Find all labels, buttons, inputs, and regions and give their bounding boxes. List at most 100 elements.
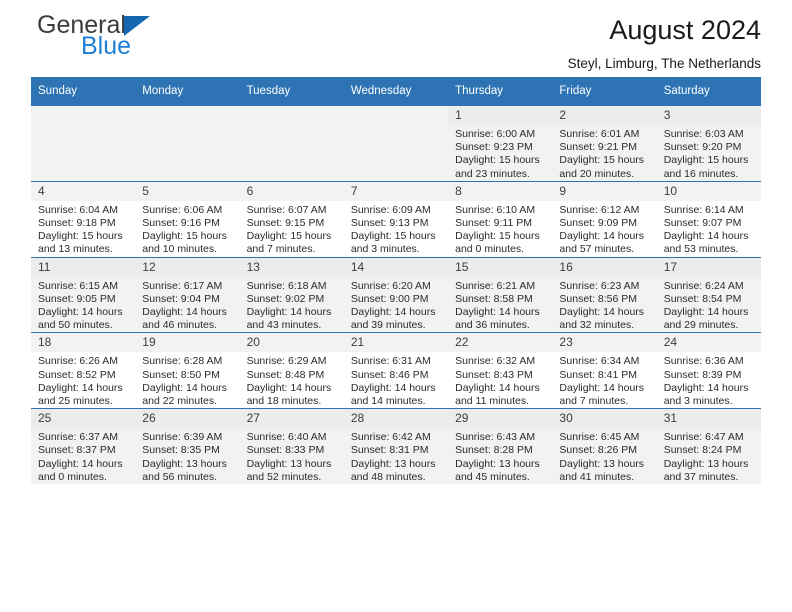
day-details: Sunrise: 6:42 AM Sunset: 8:31 PM Daylight:… xyxy=(344,428,448,484)
sunset-text: Sunset: 8:35 PM xyxy=(142,444,220,457)
day-number: 28 xyxy=(343,409,449,429)
calendar-day-cell[interactable]: 11 Sunrise: 6:15 AM Sunset: 9:05 PM Dayligh… xyxy=(31,256,136,333)
day-number: 14 xyxy=(343,257,449,277)
sunset-text: Sunset: 9:04 PM xyxy=(142,292,220,305)
daylight-text: Daylight: 14 hours and 11 minutes. xyxy=(455,381,540,408)
day-details: Sunrise: 6:17 AM Sunset: 9:04 PM Daylight:… xyxy=(135,277,239,333)
calendar-day-cell[interactable]: 15 Sunrise: 6:21 AM Sunset: 8:58 PM Dayligh… xyxy=(448,256,553,333)
calendar-day-cell[interactable]: 17 Sunrise: 6:24 AM Sunset: 8:54 PM Dayligh… xyxy=(656,256,761,333)
sunrise-text: Sunrise: 6:09 AM xyxy=(350,203,431,216)
calendar-day-cell[interactable]: 16 Sunrise: 6:23 AM Sunset: 8:56 PM Dayligh… xyxy=(552,256,657,333)
daylight-text: Daylight: 14 hours and 50 minutes. xyxy=(38,306,123,332)
calendar-day-cell[interactable]: 5 Sunrise: 6:06 AM Sunset: 9:16 PM Daylight… xyxy=(135,180,240,258)
page-subtitle: Steyl, Limburg, The Netherlands xyxy=(567,56,761,71)
sunrise-text: Sunrise: 6:23 AM xyxy=(559,279,640,292)
sunrise-text: Sunrise: 6:04 AM xyxy=(38,203,118,216)
calendar-day-cell[interactable]: 13 Sunrise: 6:18 AM Sunset: 9:02 PM Dayligh… xyxy=(239,256,344,333)
calendar-day-cell[interactable]: 9 Sunrise: 6:12 AM Sunset: 9:09 PM Daylight… xyxy=(552,180,657,258)
calendar-day-cell[interactable]: 21 Sunrise: 6:31 AM Sunset: 8:46 PM Dayligh… xyxy=(343,332,449,409)
daylight-text: Daylight: 15 hours and 23 minutes. xyxy=(455,154,540,180)
day-number: 20 xyxy=(239,333,344,353)
calendar-cell-empty xyxy=(343,105,449,182)
day-details: Sunrise: 6:37 AM Sunset: 8:37 PM Daylight:… xyxy=(31,428,135,484)
calendar-day-cell[interactable]: 14 Sunrise: 6:20 AM Sunset: 9:00 PM Dayligh… xyxy=(343,256,449,333)
calendar-day-cell[interactable]: 24 Sunrise: 6:36 AM Sunset: 8:39 PM Dayligh… xyxy=(656,332,761,409)
calendar-day-cell[interactable]: 22 Sunrise: 6:32 AM Sunset: 8:43 PM Dayligh… xyxy=(448,332,553,409)
calendar-day-cell[interactable]: 2 Sunrise: 6:01 AM Sunset: 9:21 PM Daylight… xyxy=(552,105,657,182)
calendar-day-cell[interactable]: 10 Sunrise: 6:14 AM Sunset: 9:07 PM Dayligh… xyxy=(656,180,761,258)
calendar-body: 1 Sunrise: 6:00 AM Sunset: 9:23 PM Daylight… xyxy=(31,105,761,485)
sunrise-text: Sunrise: 6:29 AM xyxy=(246,355,327,368)
day-number: 17 xyxy=(656,257,761,277)
calendar-day-cell[interactable]: 19 Sunrise: 6:28 AM Sunset: 8:50 PM Dayligh… xyxy=(135,332,240,409)
weekday-header-tuesday: Tuesday xyxy=(239,77,344,106)
day-number: 7 xyxy=(343,181,449,201)
sunset-text: Sunset: 8:43 PM xyxy=(455,368,533,381)
calendar-day-cell[interactable]: 8 Sunrise: 6:10 AM Sunset: 9:11 PM Daylight… xyxy=(448,180,553,258)
calendar-week-row: 1 Sunrise: 6:00 AM Sunset: 9:23 PM Daylight… xyxy=(31,105,761,182)
day-details: Sunrise: 6:47 AM Sunset: 8:24 PM Daylight:… xyxy=(657,428,761,484)
calendar-day-cell[interactable]: 6 Sunrise: 6:07 AM Sunset: 9:15 PM Daylight… xyxy=(239,180,344,258)
sunset-text: Sunset: 8:41 PM xyxy=(559,368,638,381)
calendar-day-cell[interactable]: 20 Sunrise: 6:29 AM Sunset: 8:48 PM Dayligh… xyxy=(239,332,344,409)
day-number: 23 xyxy=(552,333,657,353)
daylight-text: Daylight: 15 hours and 10 minutes. xyxy=(142,230,227,256)
calendar-day-cell[interactable]: 27 Sunrise: 6:40 AM Sunset: 8:33 PM Dayligh… xyxy=(239,408,344,485)
daylight-text: Daylight: 14 hours and 18 minutes. xyxy=(246,381,332,408)
day-number: 9 xyxy=(552,181,657,201)
calendar-day-cell[interactable]: 1 Sunrise: 6:00 AM Sunset: 9:23 PM Daylight… xyxy=(448,105,553,182)
sunset-text: Sunset: 9:18 PM xyxy=(38,217,116,230)
day-number: 11 xyxy=(31,257,136,277)
calendar-day-cell[interactable]: 29 Sunrise: 6:43 AM Sunset: 8:28 PM Dayligh… xyxy=(448,408,553,485)
sunrise-text: Sunrise: 6:10 AM xyxy=(455,203,536,216)
day-number: 29 xyxy=(448,409,553,429)
day-details: Sunrise: 6:29 AM Sunset: 8:48 PM Daylight:… xyxy=(240,352,344,408)
sunset-text: Sunset: 8:37 PM xyxy=(38,444,116,457)
sunrise-text: Sunrise: 6:34 AM xyxy=(559,355,640,368)
daylight-text: Daylight: 15 hours and 3 minutes. xyxy=(350,230,436,256)
weekday-header-sunday: Sunday xyxy=(31,77,136,106)
sunset-text: Sunset: 9:11 PM xyxy=(455,217,532,230)
day-number: 10 xyxy=(656,181,761,201)
day-details: Sunrise: 6:40 AM Sunset: 8:33 PM Daylight:… xyxy=(240,428,344,484)
day-details: Sunrise: 6:09 AM Sunset: 9:13 PM Daylight:… xyxy=(344,201,448,257)
calendar-day-cell[interactable]: 3 Sunrise: 6:03 AM Sunset: 9:20 PM Daylight… xyxy=(656,105,761,182)
daylight-text: Daylight: 14 hours and 3 minutes. xyxy=(663,381,749,408)
general-blue-logo[interactable]: General Blue xyxy=(37,12,247,64)
day-number: 3 xyxy=(656,106,761,125)
day-number: 1 xyxy=(448,106,553,125)
daylight-text: Daylight: 15 hours and 7 minutes. xyxy=(246,230,332,256)
day-number: 22 xyxy=(448,333,553,353)
calendar-day-cell[interactable]: 4 Sunrise: 6:04 AM Sunset: 9:18 PM Daylight… xyxy=(31,180,136,258)
calendar-week-row: 18 Sunrise: 6:26 AM Sunset: 8:52 PM Dayligh… xyxy=(31,332,761,409)
sunrise-text: Sunrise: 6:15 AM xyxy=(38,279,118,292)
calendar-day-cell[interactable]: 31 Sunrise: 6:47 AM Sunset: 8:24 PM Dayligh… xyxy=(656,408,761,485)
sunset-text: Sunset: 9:15 PM xyxy=(246,217,325,230)
day-number: 16 xyxy=(552,257,657,277)
title-block: August 2024 Steyl, Limburg, The Netherla… xyxy=(568,0,761,74)
day-number: 15 xyxy=(448,257,553,277)
day-details: Sunrise: 6:15 AM Sunset: 9:05 PM Daylight:… xyxy=(31,277,135,333)
day-details: Sunrise: 6:18 AM Sunset: 9:02 PM Daylight:… xyxy=(240,277,344,333)
calendar-day-cell[interactable]: 25 Sunrise: 6:37 AM Sunset: 8:37 PM Dayligh… xyxy=(31,408,136,485)
calendar-day-cell[interactable]: 7 Sunrise: 6:09 AM Sunset: 9:13 PM Daylight… xyxy=(343,180,449,258)
day-details: Sunrise: 6:23 AM Sunset: 8:56 PM Daylight:… xyxy=(552,277,656,333)
weekday-header-saturday: Saturday xyxy=(656,77,761,106)
calendar-day-cell[interactable]: 30 Sunrise: 6:45 AM Sunset: 8:26 PM Dayligh… xyxy=(552,408,657,485)
day-number: 5 xyxy=(135,181,240,201)
calendar-day-cell[interactable]: 12 Sunrise: 6:17 AM Sunset: 9:04 PM Dayligh… xyxy=(135,256,240,333)
calendar-day-cell[interactable]: 26 Sunrise: 6:39 AM Sunset: 8:35 PM Dayligh… xyxy=(135,408,240,485)
daylight-text: Daylight: 14 hours and 39 minutes. xyxy=(350,306,436,332)
day-number: 12 xyxy=(135,257,240,277)
day-number xyxy=(239,106,344,125)
calendar-day-cell[interactable]: 18 Sunrise: 6:26 AM Sunset: 8:52 PM Dayligh… xyxy=(31,332,136,409)
day-details: Sunrise: 6:45 AM Sunset: 8:26 PM Daylight:… xyxy=(552,428,656,484)
day-details: Sunrise: 6:07 AM Sunset: 9:15 PM Daylight:… xyxy=(240,201,344,257)
sunrise-text: Sunrise: 6:31 AM xyxy=(350,355,431,368)
sunrise-text: Sunrise: 6:28 AM xyxy=(142,355,223,368)
day-details: Sunrise: 6:32 AM Sunset: 8:43 PM Daylight:… xyxy=(448,352,552,408)
day-details: Sunrise: 6:04 AM Sunset: 9:18 PM Daylight:… xyxy=(31,201,135,257)
sunset-text: Sunset: 9:21 PM xyxy=(559,141,638,154)
calendar-day-cell[interactable]: 28 Sunrise: 6:42 AM Sunset: 8:31 PM Dayligh… xyxy=(343,408,449,485)
calendar-day-cell[interactable]: 23 Sunrise: 6:34 AM Sunset: 8:41 PM Dayligh… xyxy=(552,332,657,409)
